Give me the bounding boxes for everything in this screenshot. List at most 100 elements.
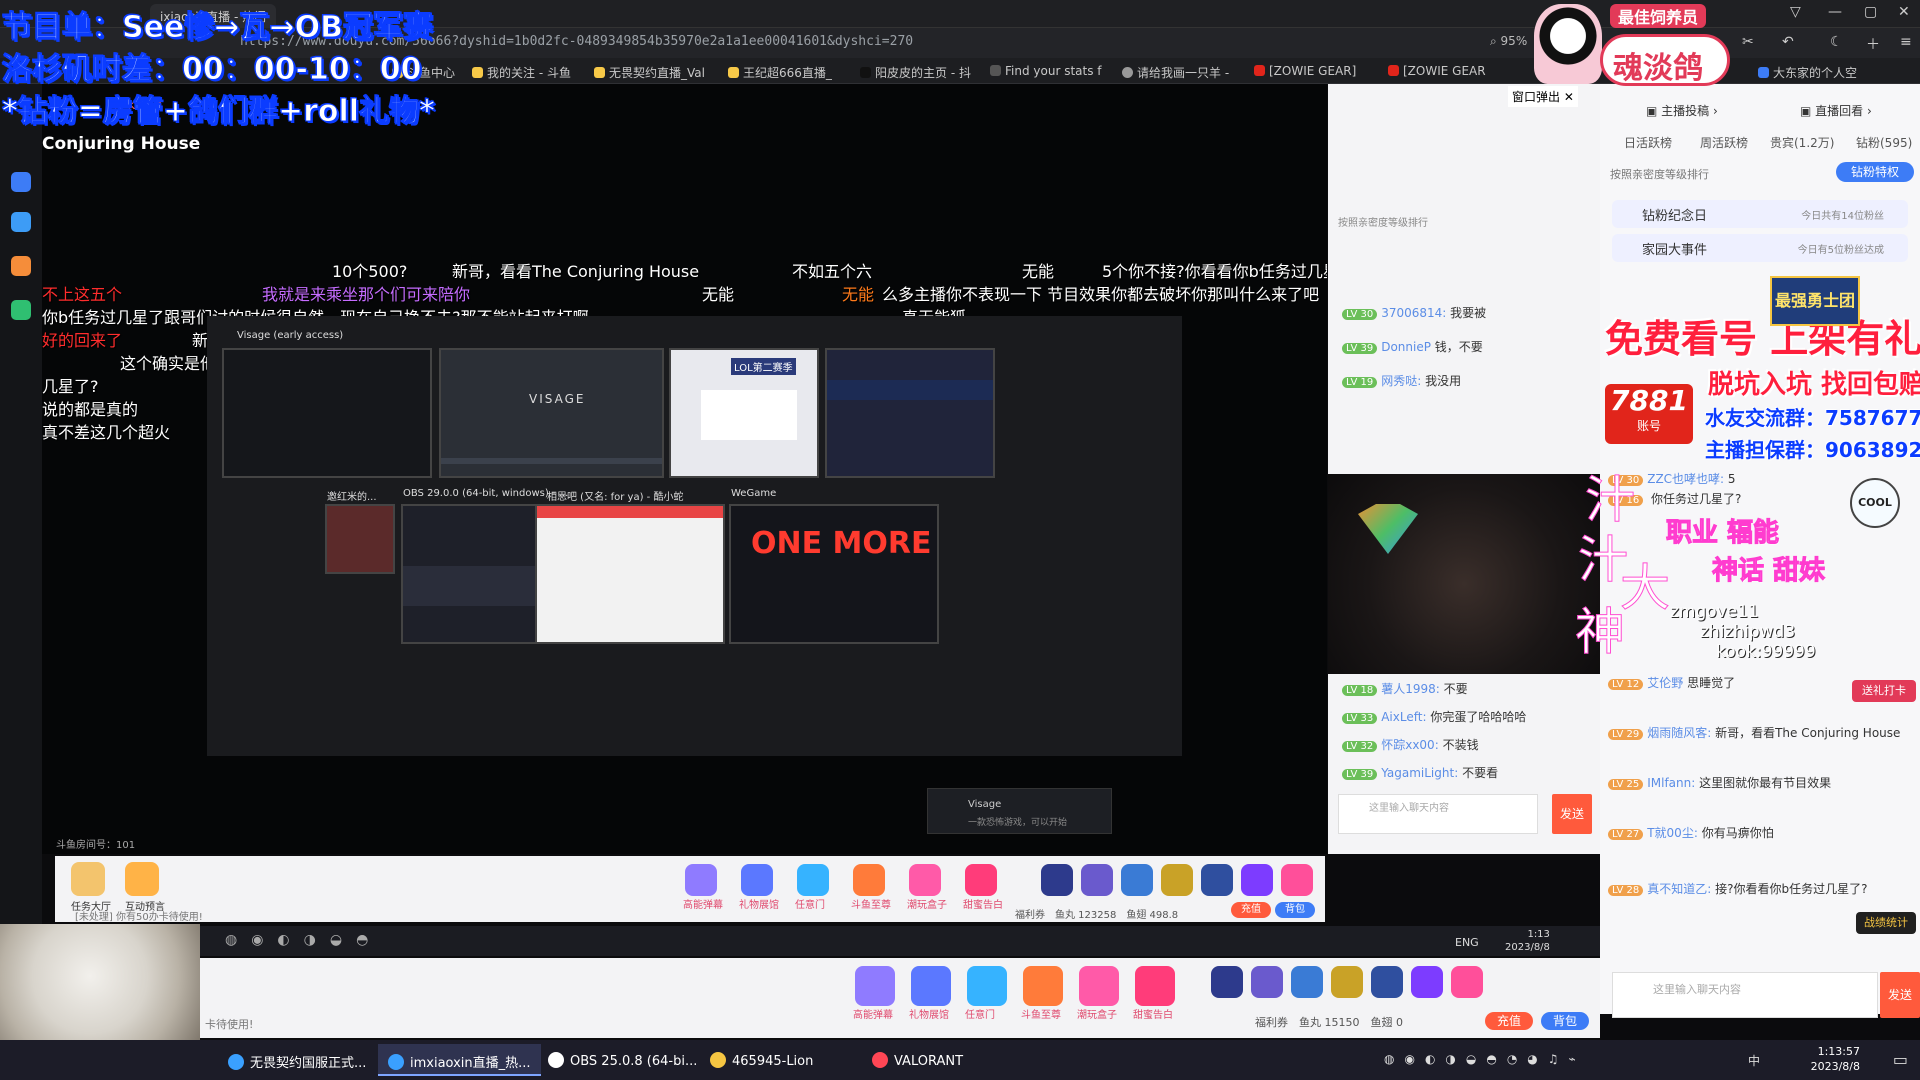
chat-username[interactable]: IMlfann: xyxy=(1647,776,1695,790)
gift-icon[interactable] xyxy=(741,864,773,896)
gift-icon[interactable] xyxy=(1079,966,1119,1006)
chat-username[interactable]: 怀踪xx00: xyxy=(1381,738,1439,752)
tray-icons[interactable]: ◍◉◐◑◒◓◔◕♫⌁ xyxy=(1384,1052,1586,1066)
window-thumb[interactable] xyxy=(325,504,395,574)
diamond-privilege-button[interactable]: 钻粉特权 xyxy=(1836,162,1914,182)
visage-notice[interactable]: Visage 一款恐怖游戏，可以开始 xyxy=(927,788,1112,834)
task-center-icon[interactable] xyxy=(71,862,105,896)
minimize-icon[interactable]: — xyxy=(1828,4,1842,20)
gift-item-icon[interactable] xyxy=(1411,966,1443,998)
chat-username[interactable]: AixLeft: xyxy=(1381,710,1426,724)
streamer-post[interactable]: ▣ 主播投稿 › xyxy=(1646,102,1718,119)
window-thumb[interactable] xyxy=(535,504,725,644)
replay-link[interactable]: ▣ 直播回看 › xyxy=(1800,102,1872,119)
gift-item-icon[interactable] xyxy=(1331,966,1363,998)
wechat-icon[interactable] xyxy=(11,300,31,320)
undo-icon[interactable]: ↶ xyxy=(1782,34,1794,50)
chat-message[interactable]: LV 12 艾伦野 思睡觉了 xyxy=(1608,674,1735,691)
bookmark-item[interactable]: Find your stats f xyxy=(990,64,1102,78)
gift-item-icon[interactable] xyxy=(1451,966,1483,998)
gift-item-icon[interactable] xyxy=(1241,864,1273,896)
gift-item-icon[interactable] xyxy=(1081,864,1113,896)
taskbar-item[interactable]: VALORANT xyxy=(862,1044,973,1076)
window-thumb[interactable] xyxy=(825,348,995,478)
tab-weekly[interactable]: 周活跃榜 xyxy=(1700,134,1748,151)
gift-item-icon[interactable] xyxy=(1041,864,1073,896)
recharge-button[interactable]: 充值 xyxy=(1485,1012,1533,1030)
chat-message[interactable]: LV 27 T就00尘: 你有马痹你怕 xyxy=(1608,824,1774,841)
gift-icon[interactable] xyxy=(855,966,895,1006)
chat-message[interactable]: LV 19 网秀哒: 我没用 xyxy=(1342,372,1461,389)
zoom-level[interactable]: ⌕ 95% xyxy=(1490,34,1527,49)
interact-icon[interactable] xyxy=(125,862,159,896)
popout-button[interactable]: 窗口弹出 ✕ xyxy=(1508,86,1578,107)
menu-icon[interactable]: ≡ xyxy=(1900,34,1912,50)
chat-username[interactable]: 37006814: xyxy=(1381,306,1446,320)
chat-input[interactable]: 这里输入聊天内容 xyxy=(1338,794,1538,834)
chat-username[interactable]: DonnieP xyxy=(1381,340,1431,354)
memorial-row[interactable]: 钻粉纪念日 今日共有14位粉丝 xyxy=(1612,200,1908,228)
tab-daily[interactable]: 日活跃榜 xyxy=(1624,134,1672,151)
gift-icon[interactable] xyxy=(685,864,717,896)
backpack-button[interactable]: 背包 xyxy=(1275,902,1315,918)
scissors-icon[interactable]: ✂ xyxy=(1742,34,1754,50)
stream-player[interactable]: ★ kevin Conjuring House 10个500? 新哥，看看The … xyxy=(42,84,1327,854)
gift-icon[interactable] xyxy=(1023,966,1063,1006)
battle-stats-button[interactable]: 战绩统计 xyxy=(1856,912,1916,934)
system-clock[interactable]: 1:13:57 2023/8/8 xyxy=(1811,1044,1860,1074)
bookmark-item[interactable]: [ZOWIE GEAR xyxy=(1388,64,1486,78)
upload-icon[interactable] xyxy=(11,212,31,232)
bookmark-item[interactable]: 大东家的个人空 xyxy=(1758,64,1857,81)
taskbar-item[interactable]: imxiaoxin直播_热... xyxy=(378,1044,541,1076)
gift-item-icon[interactable] xyxy=(1371,966,1403,998)
chat-username[interactable]: 薯人1998: xyxy=(1381,682,1440,696)
gift-icon[interactable] xyxy=(967,966,1007,1006)
ime-indicator[interactable]: 中 xyxy=(1748,1052,1760,1069)
chat-message[interactable]: LV 25 IMlfann: 这里图就你最有节目效果 xyxy=(1608,774,1831,791)
window-thumb[interactable] xyxy=(222,348,432,478)
chat-message[interactable]: LV 29 烟雨随风客: 新哥，看看The Conjuring House xyxy=(1608,724,1900,741)
taskbar-item[interactable]: 无畏契约国服正式... xyxy=(218,1044,376,1076)
gift-item-icon[interactable] xyxy=(1281,864,1313,896)
chat-message[interactable]: LV 32 怀踪xx00: 不装钱 xyxy=(1342,736,1479,753)
recharge-button[interactable]: 充值 xyxy=(1231,902,1271,918)
maximize-icon[interactable]: ▢ xyxy=(1864,4,1877,20)
moon-icon[interactable]: ☾ xyxy=(1830,34,1843,50)
taskbar-item[interactable]: 465945-Lion xyxy=(700,1044,823,1076)
gift-item-icon[interactable] xyxy=(1201,864,1233,896)
chat-message[interactable]: LV 33 AixLeft: 你完蛋了哈哈哈哈 xyxy=(1342,708,1526,725)
gift-item-icon[interactable] xyxy=(1211,966,1243,998)
send-card-button[interactable]: 送礼打卡 xyxy=(1852,680,1916,702)
notification-icon[interactable]: ▭ xyxy=(1893,1050,1908,1069)
chat-message[interactable]: LV 28 真不知道乙: 接?你看看你b任务过几星了? xyxy=(1608,880,1867,897)
chat-username[interactable]: T就00尘: xyxy=(1647,826,1698,840)
new-tab-icon[interactable]: ＋ xyxy=(1866,34,1880,54)
gift-icon[interactable] xyxy=(1135,966,1175,1006)
chat-username[interactable]: 真不知道乙: xyxy=(1647,882,1711,896)
backpack-button[interactable]: 背包 xyxy=(1541,1012,1589,1030)
gift-item-icon[interactable] xyxy=(1251,966,1283,998)
pin-icon[interactable]: ▽ xyxy=(1790,4,1801,20)
bookmark-item[interactable]: 阳皮皮的主页 - 抖 xyxy=(860,64,971,81)
chat-message[interactable]: LV 39 YagamiLight: 不要看 xyxy=(1342,764,1498,781)
close-icon[interactable]: ✕ xyxy=(1898,4,1910,20)
chat-message[interactable]: LV 39 DonnieP 钱，不要 xyxy=(1342,338,1483,355)
gift-icon[interactable] xyxy=(965,864,997,896)
bookmark-item[interactable]: 我的关注 - 斗鱼 xyxy=(472,64,571,81)
chat-input[interactable]: 这里输入聊天内容 xyxy=(1612,972,1878,1018)
bookmark-item[interactable]: 请给我画一只羊 - xyxy=(1122,64,1229,81)
window-thumb[interactable]: VISAGE xyxy=(439,348,664,478)
chat-username[interactable]: 艾伦野 xyxy=(1647,676,1683,690)
family-event-row[interactable]: 家园大事件 今日有5位粉丝达成 xyxy=(1612,234,1908,262)
chat-message[interactable]: LV 18 薯人1998: 不要 xyxy=(1342,680,1468,697)
gift-icon[interactable] xyxy=(909,864,941,896)
chat-username[interactable]: YagamiLight: xyxy=(1381,766,1458,780)
chat-message[interactable]: LV 30 37006814: 我要被 xyxy=(1342,304,1486,321)
gift-icon[interactable] xyxy=(853,864,885,896)
bookmark-item[interactable]: 王纪超666直播_ xyxy=(728,64,832,81)
gift-item-icon[interactable] xyxy=(1161,864,1193,896)
window-thumb[interactable]: LOL第二赛季 xyxy=(669,348,819,478)
window-thumb[interactable]: ONE MORE xyxy=(729,504,939,644)
chat-username[interactable]: ZZC也哮也哮: xyxy=(1647,472,1724,486)
taskbar-item[interactable]: OBS 25.0.8 (64-bi... xyxy=(538,1044,707,1076)
